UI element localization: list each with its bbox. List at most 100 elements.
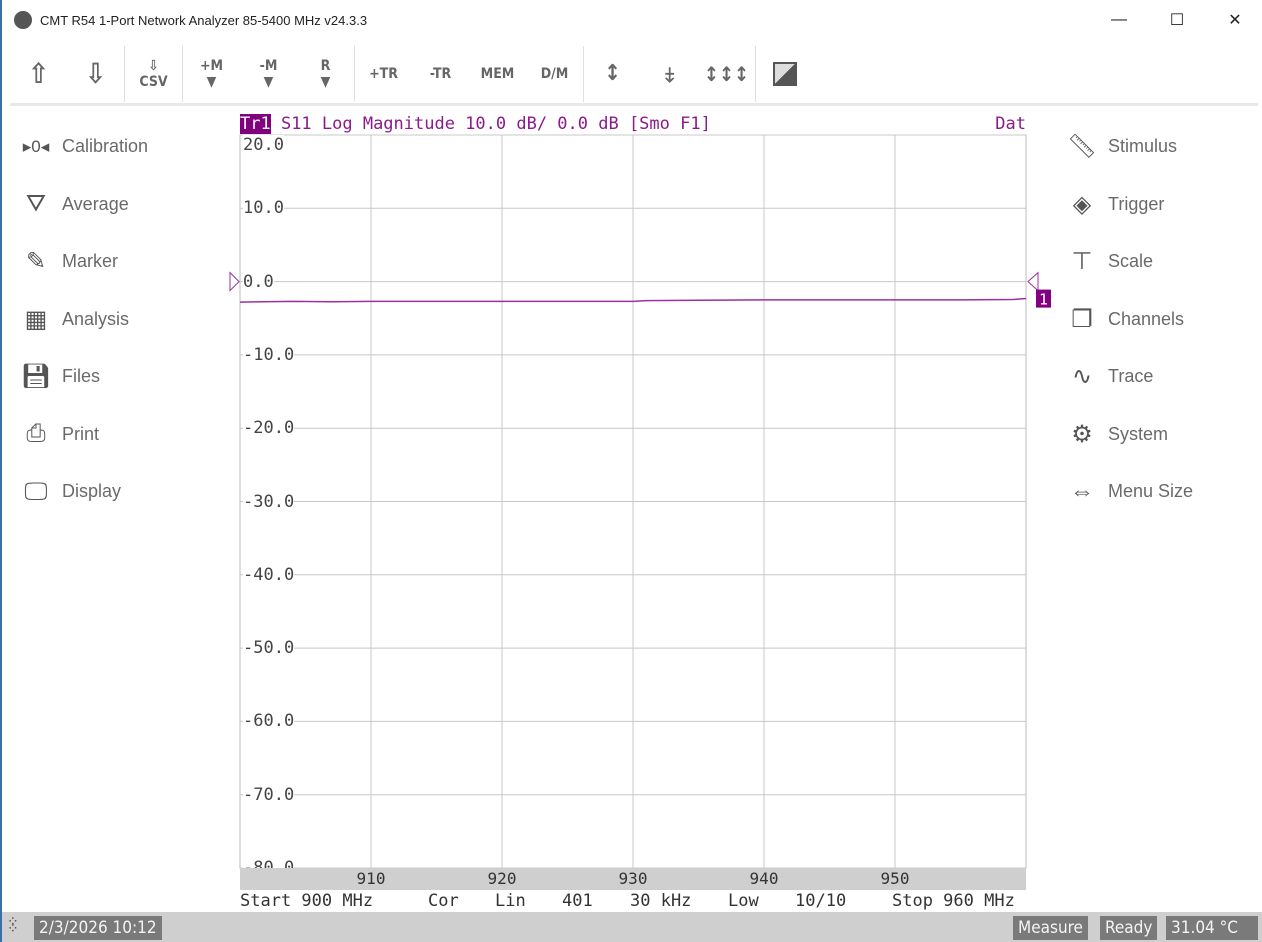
add-marker-button[interactable]: +M ▼	[183, 45, 240, 103]
average-count: 10/10	[795, 891, 847, 911]
remove-marker-button[interactable]: -M ▼	[240, 45, 297, 103]
pencil-icon: ✎	[25, 248, 47, 276]
menu-item-marker[interactable]: ✎ Marker	[18, 233, 148, 291]
recall-state-button[interactable]: ⇩	[67, 45, 124, 103]
trace-marker-number: 1	[1039, 291, 1048, 309]
plot-area[interactable]: 1	[222, 130, 1052, 870]
autoscale-button[interactable]: ↕	[584, 45, 641, 103]
title-bar: CMT R54 1-Port Network Analyzer 85-5400 …	[2, 0, 1262, 40]
menu-label: System	[1108, 423, 1169, 444]
triple-arrows-icon: ↕↕↕	[703, 61, 750, 86]
x-axis-bar: 910 920 930 940 950	[240, 868, 1026, 890]
marker-icon: ▼	[206, 73, 217, 90]
close-button[interactable]: ✕	[1206, 0, 1262, 40]
maximize-button[interactable]: ☐	[1148, 0, 1206, 40]
marker-icon: ▼	[263, 73, 274, 90]
y-tick-label: 10.0	[243, 198, 284, 219]
mode-status: Measure	[1013, 916, 1088, 940]
reference-level-right-icon	[1027, 271, 1039, 292]
y-tick-label: -50.0	[243, 638, 295, 659]
reference-center-button[interactable]: ⤈	[641, 45, 698, 103]
data-memory-button[interactable]: D/M	[526, 45, 583, 103]
windows-icon: ❐	[1071, 305, 1093, 333]
x-tick-label: 910	[356, 869, 386, 888]
ref-marker-button[interactable]: R ▼	[297, 45, 354, 103]
y-tick-label: 20.0	[243, 135, 284, 155]
menu-label: Calibration	[62, 136, 149, 157]
menu-item-display[interactable]: 🖵︎ Display	[18, 463, 148, 521]
x-tick-label: 930	[618, 869, 648, 888]
menu-label: Scale	[1108, 251, 1154, 272]
menu-label: Files	[62, 366, 101, 387]
gears-icon: ⚙	[1071, 420, 1093, 448]
menu-label: Analysis	[62, 308, 130, 329]
stop-frequency[interactable]: Stop 960 MHz	[892, 891, 1015, 911]
save-up-icon: ⇧	[27, 57, 50, 90]
menu-label: Trigger	[1108, 193, 1165, 214]
remove-trace-button[interactable]: -TR	[412, 45, 469, 103]
temperature: 31.04 °C	[1166, 916, 1258, 940]
x-tick-label: 920	[487, 869, 517, 888]
power-level[interactable]: Low	[728, 891, 759, 911]
if-bandwidth[interactable]: 30 kHz	[630, 891, 691, 911]
menu-item-calibration[interactable]: ▸0◂ Calibration	[18, 118, 148, 176]
floppy-icon: 💾︎	[20, 363, 52, 391]
ruler-icon: 📏︎	[1066, 133, 1098, 161]
y-tick-label: -30.0	[243, 491, 295, 512]
wave-icon: ∿	[1071, 363, 1093, 391]
menu-label: Trace	[1108, 366, 1154, 387]
x-tick-label: 950	[880, 869, 910, 888]
filter-icon: ⛛	[25, 190, 47, 218]
menu-item-channels[interactable]: ❐ Channels	[1064, 291, 1193, 349]
recall-down-icon: ⇩	[84, 57, 107, 90]
menu-item-average[interactable]: ⛛ Average	[18, 176, 148, 234]
calibration-icon: ▸0◂	[22, 136, 50, 156]
x-tick-label: 940	[749, 869, 779, 888]
marker-icon: ▼	[320, 73, 331, 90]
scale-icon: ⊤	[1071, 248, 1093, 276]
menu-item-files[interactable]: 💾︎ Files	[18, 348, 148, 406]
y-tick-label: -10.0	[243, 344, 295, 365]
menu-item-stimulus[interactable]: 📏︎ Stimulus	[1064, 118, 1193, 176]
datetime: 2/3/2026 10:12	[34, 916, 162, 940]
status-bar: ⁘ ⁘ 2/3/2026 10:12 Measure Ready 31.04 °C	[2, 912, 1262, 942]
menu-item-trace[interactable]: ∿ Trace	[1064, 348, 1193, 406]
vertical-arrows-icon: ↕	[604, 61, 621, 86]
autoscale-all-button[interactable]: ↕↕↕	[698, 45, 755, 103]
trigger-icon: ◈	[1072, 190, 1092, 218]
csv-button[interactable]: ⇩ CSV	[125, 45, 182, 103]
menu-item-analysis[interactable]: ▦ Analysis	[18, 291, 148, 349]
toolbar: ⇧ ⇩ ⇩ CSV +M ▼ -M ▼ R ▼ +TR -TR MEM D/M ↕ ⤈ …	[10, 44, 1258, 106]
menu-label: Average	[62, 193, 129, 214]
minimize-button[interactable]: —	[1090, 0, 1148, 40]
points-count[interactable]: 401	[562, 891, 593, 911]
menu-item-system[interactable]: ⚙ System	[1064, 406, 1193, 464]
down-arrow-icon: ⇩	[148, 57, 159, 74]
menu-label: Display	[62, 481, 122, 502]
menu-item-trigger[interactable]: ◈ Trigger	[1064, 176, 1193, 234]
start-frequency[interactable]: Start 900 MHz	[240, 891, 373, 911]
grip-icon: ⁘ ⁘	[7, 913, 19, 936]
menu-item-print[interactable]: ⎙ Print	[18, 406, 148, 464]
ready-status: Ready	[1100, 916, 1158, 940]
menu-label: Marker	[62, 251, 119, 272]
y-tick-label: -20.0	[243, 418, 295, 439]
save-state-button[interactable]: ⇧	[10, 45, 67, 103]
add-trace-button[interactable]: +TR	[355, 45, 412, 103]
app-logo-icon	[14, 11, 32, 29]
menu-item-menu-size[interactable]: ⇔ Menu Size	[1064, 463, 1193, 521]
right-menu: 📏︎ Stimulus ◈ Trigger ⊤ Scale ❐ Channels ∿ Trace ⚙…	[1064, 118, 1193, 521]
y-tick-label: 0.0	[243, 271, 274, 292]
sweep-type[interactable]: Lin	[495, 891, 526, 911]
menu-label: Channels	[1108, 308, 1185, 329]
invert-colors-button[interactable]	[756, 45, 813, 103]
menu-label: Print	[62, 423, 100, 444]
memory-button[interactable]: MEM	[469, 45, 526, 103]
resize-arrows-icon: ⇔	[1070, 477, 1094, 505]
y-tick-label: -70.0	[243, 784, 295, 805]
half-square-icon	[772, 61, 797, 86]
printer-icon: ⎙	[26, 420, 46, 448]
correction-status: Cor	[428, 891, 459, 911]
menu-item-scale[interactable]: ⊤ Scale	[1064, 233, 1193, 291]
menu-label: Menu Size	[1108, 481, 1194, 502]
